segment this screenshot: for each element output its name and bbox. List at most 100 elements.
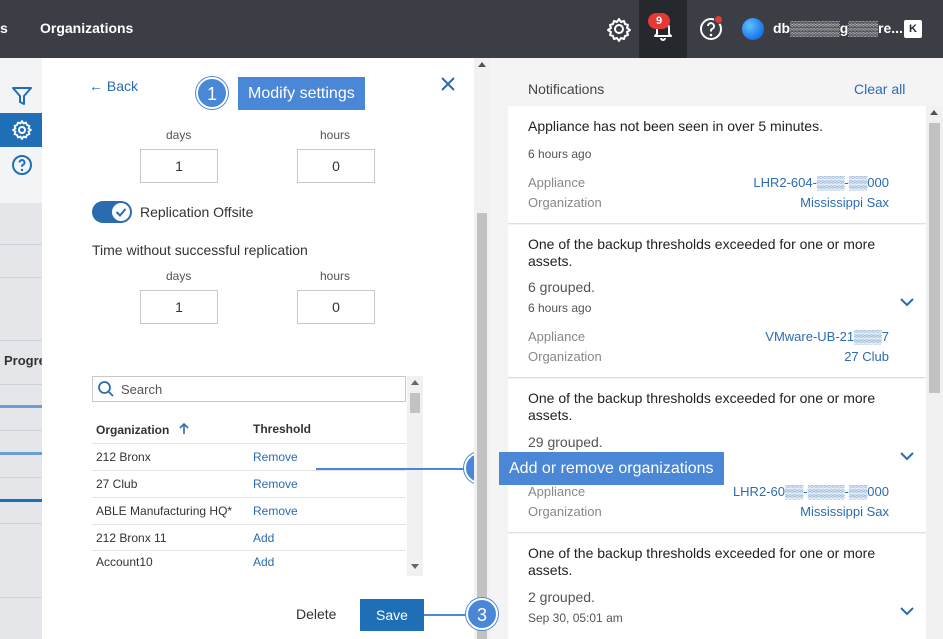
chevron-down-icon[interactable] [898, 602, 916, 620]
callout-modify-settings: Modify settings [238, 77, 365, 110]
sort-up-icon [179, 422, 189, 434]
organization-link[interactable]: Mississippi Sax [800, 504, 889, 519]
remove-link[interactable]: Remove [253, 477, 298, 491]
callout-number-1: 1 [196, 77, 228, 109]
background-table-area [0, 203, 42, 639]
notification-grouped: 2 grouped. [528, 589, 595, 605]
notifications-scroll-thumb[interactable] [929, 123, 940, 393]
search-placeholder: Search [121, 382, 163, 397]
scroll-up-icon[interactable] [930, 110, 938, 115]
column-header-progress: Progre [4, 353, 42, 368]
org-name: ABLE Manufacturing HQ* [96, 504, 233, 518]
replication-offsite-toggle[interactable] [92, 201, 132, 223]
back-arrow-icon: ← [89, 78, 107, 94]
save-button[interactable]: Save [360, 599, 424, 631]
clear-all-link[interactable]: Clear all [854, 81, 905, 97]
org-name: 27 Club [96, 477, 138, 491]
appliance-key: Appliance [528, 484, 586, 499]
notification-title: One of the backup thresholds exceeded fo… [528, 236, 876, 269]
nav-tab-partial[interactable]: s [0, 20, 8, 36]
table-row: 212 Bronx 11 Add [92, 524, 406, 551]
avatar[interactable] [742, 18, 764, 40]
organizations-table: Search Organization Threshold 212 Bronx … [92, 376, 423, 576]
delete-button[interactable]: Delete [296, 606, 336, 622]
table-row: 27 Club Remove [92, 470, 406, 497]
notification-grouped: 29 grouped. [528, 434, 603, 450]
appliance-link[interactable]: LHR2-604-▒▒▒-▒▒000 [753, 175, 889, 190]
settings-gear-icon[interactable] [10, 118, 34, 142]
back-link[interactable]: ← Back [89, 78, 138, 94]
days-label: days [166, 269, 192, 283]
notification-card[interactable]: One of the backup thresholds exceeded fo… [508, 225, 926, 378]
scroll-up-icon[interactable] [478, 62, 486, 67]
gear-icon[interactable] [604, 14, 634, 44]
replication-offsite-label: Replication Offsite [140, 204, 254, 220]
organization-key: Organization [528, 349, 602, 364]
hours-label: hours [320, 128, 351, 142]
toggle-knob [112, 203, 130, 221]
divider [0, 244, 42, 245]
progress-bar [0, 499, 42, 502]
notifications-title: Notifications [528, 81, 605, 97]
notification-card[interactable]: One of the backup thresholds exceeded fo… [508, 534, 926, 639]
days-label: days [166, 128, 192, 142]
scroll-up-icon[interactable] [411, 380, 419, 385]
replication-hours-input[interactable]: 0 [297, 290, 375, 324]
divider [0, 597, 42, 598]
divider [0, 340, 42, 341]
appliance-link[interactable]: VMware-UB-21▒▒▒7 [765, 329, 889, 344]
divider [0, 523, 42, 524]
progress-bar [0, 452, 42, 455]
notification-grouped: 6 grouped. [528, 279, 595, 295]
org-name: 212 Bronx 11 [96, 531, 167, 545]
top-bar: s Organizations 9 db▒▒▒▒▒g▒▒▒re... K [0, 0, 943, 58]
chevron-down-icon[interactable] [898, 293, 916, 311]
k-logo-icon[interactable]: K [904, 20, 922, 38]
notification-card[interactable]: Appliance has not been seen in over 5 mi… [508, 106, 926, 224]
panel-scroll-thumb[interactable] [477, 213, 487, 639]
remove-link[interactable]: Remove [253, 504, 298, 518]
check-icon [115, 208, 127, 217]
table-row: Account10 Add [92, 550, 406, 576]
help-alert-dot [714, 15, 723, 24]
column-header-organization[interactable]: Organization [96, 422, 191, 437]
replication-days-input[interactable]: 1 [140, 290, 218, 324]
add-link[interactable]: Add [253, 531, 274, 545]
notification-time: 6 hours ago [528, 301, 592, 315]
divider [0, 277, 42, 278]
organization-link[interactable]: 27 Club [844, 349, 889, 364]
user-name[interactable]: db▒▒▒▒▒g▒▒▒re... [773, 20, 903, 36]
time-without-replication-label: Time without successful replication [92, 242, 308, 258]
add-link[interactable]: Add [253, 555, 274, 569]
callout-number-3: 3 [466, 598, 498, 630]
back-label: Back [106, 78, 139, 94]
callout-connector [424, 614, 470, 616]
organization-link[interactable]: Mississippi Sax [800, 195, 889, 210]
notification-title: One of the backup thresholds exceeded fo… [528, 545, 876, 578]
appliance-key: Appliance [528, 175, 586, 190]
help-circle-icon[interactable] [10, 153, 34, 177]
nav-tab-organizations[interactable]: Organizations [40, 20, 133, 36]
notification-title: One of the backup thresholds exceeded fo… [528, 390, 876, 423]
filter-icon[interactable] [10, 84, 34, 108]
callout-add-remove-organizations: Add or remove organizations [499, 452, 724, 485]
search-input[interactable]: Search [92, 376, 406, 402]
chevron-down-icon[interactable] [898, 447, 916, 465]
callout-connector [316, 468, 466, 470]
hours-input[interactable]: 0 [297, 149, 375, 183]
scroll-down-icon[interactable] [411, 564, 419, 569]
search-icon [98, 381, 114, 397]
appliance-link[interactable]: LHR2-60▒▒-▒▒▒▒-▒▒000 [733, 484, 889, 499]
remove-link[interactable]: Remove [253, 450, 298, 464]
table-row: ABLE Manufacturing HQ* Remove [92, 497, 406, 524]
org-header-label: Organization [96, 423, 170, 437]
table-row: 212 Bronx Remove [92, 443, 406, 470]
days-input[interactable]: 1 [140, 149, 218, 183]
organization-key: Organization [528, 195, 602, 210]
table-scroll-thumb[interactable] [410, 393, 420, 413]
column-header-threshold: Threshold [253, 422, 312, 436]
close-icon[interactable] [438, 74, 458, 94]
org-name: 212 Bronx [96, 450, 151, 464]
divider [0, 384, 42, 385]
notification-time: 6 hours ago [528, 147, 592, 161]
